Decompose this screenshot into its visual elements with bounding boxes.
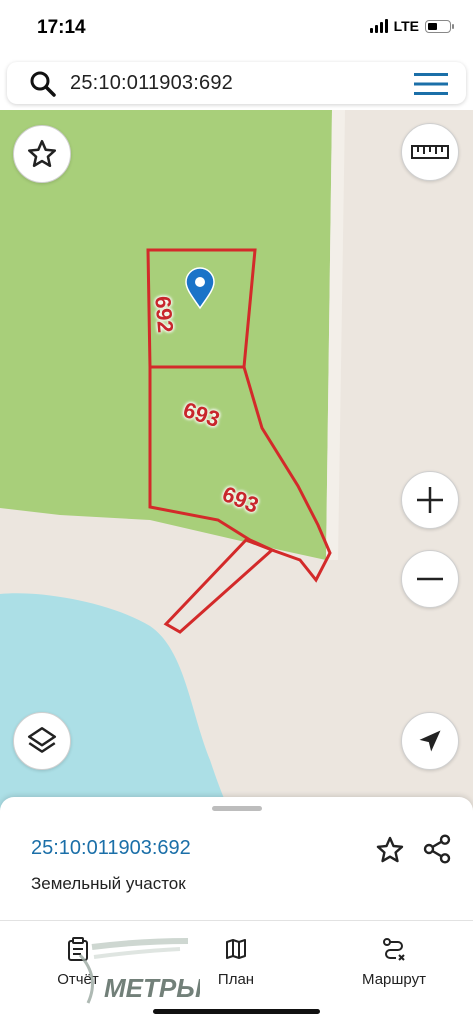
minus-icon <box>417 577 443 581</box>
star-icon[interactable] <box>374 834 406 871</box>
parcel-label-692[interactable]: 692 <box>149 295 178 334</box>
map-view[interactable] <box>0 110 473 830</box>
share-icon[interactable] <box>421 833 453 870</box>
zoom-out-button[interactable] <box>401 550 459 608</box>
sheet-drag-handle[interactable] <box>212 806 262 811</box>
status-bar: 17:14 LTE <box>0 0 473 56</box>
plus-icon <box>417 487 443 513</box>
metry-watermark-logo: МЕТРЫ <box>20 937 203 1012</box>
star-icon <box>27 139 57 168</box>
navigation-arrow-icon <box>419 730 441 752</box>
nav-plan[interactable]: План <box>206 937 266 988</box>
menu-icon[interactable] <box>414 72 448 101</box>
map-icon <box>226 939 246 959</box>
nav-route[interactable]: Маршрут <box>354 937 434 988</box>
info-sheet[interactable]: 25:10:011903:692 Земельный участок Отчёт… <box>0 797 473 1024</box>
zoom-in-button[interactable] <box>401 471 459 529</box>
battery-icon <box>425 19 454 33</box>
ruler-icon <box>411 145 449 159</box>
watermark-text: МЕТРЫ <box>104 973 200 1003</box>
search-bar[interactable]: 25:10:011903:692 <box>7 62 466 104</box>
layers-button[interactable] <box>13 712 71 770</box>
nav-plan-label: План <box>217 971 255 988</box>
route-icon <box>383 938 405 961</box>
status-time: 17:14 <box>37 17 86 38</box>
map-canvas[interactable] <box>0 110 473 830</box>
layers-icon <box>27 726 57 753</box>
signal-icon <box>369 19 388 33</box>
search-input[interactable]: 25:10:011903:692 <box>70 72 233 95</box>
status-indicators: LTE <box>369 18 454 34</box>
network-type: LTE <box>393 18 419 34</box>
nav-route-label: Маршрут <box>362 971 426 988</box>
sheet-divider <box>0 920 473 921</box>
locate-button[interactable] <box>401 712 459 770</box>
search-icon[interactable] <box>29 70 57 103</box>
parcel-type: Земельный участок <box>31 874 186 893</box>
ruler-button[interactable] <box>401 123 459 181</box>
parcel-cadastral-number: 25:10:011903:692 <box>31 837 191 859</box>
favorite-map-button[interactable] <box>13 125 71 183</box>
